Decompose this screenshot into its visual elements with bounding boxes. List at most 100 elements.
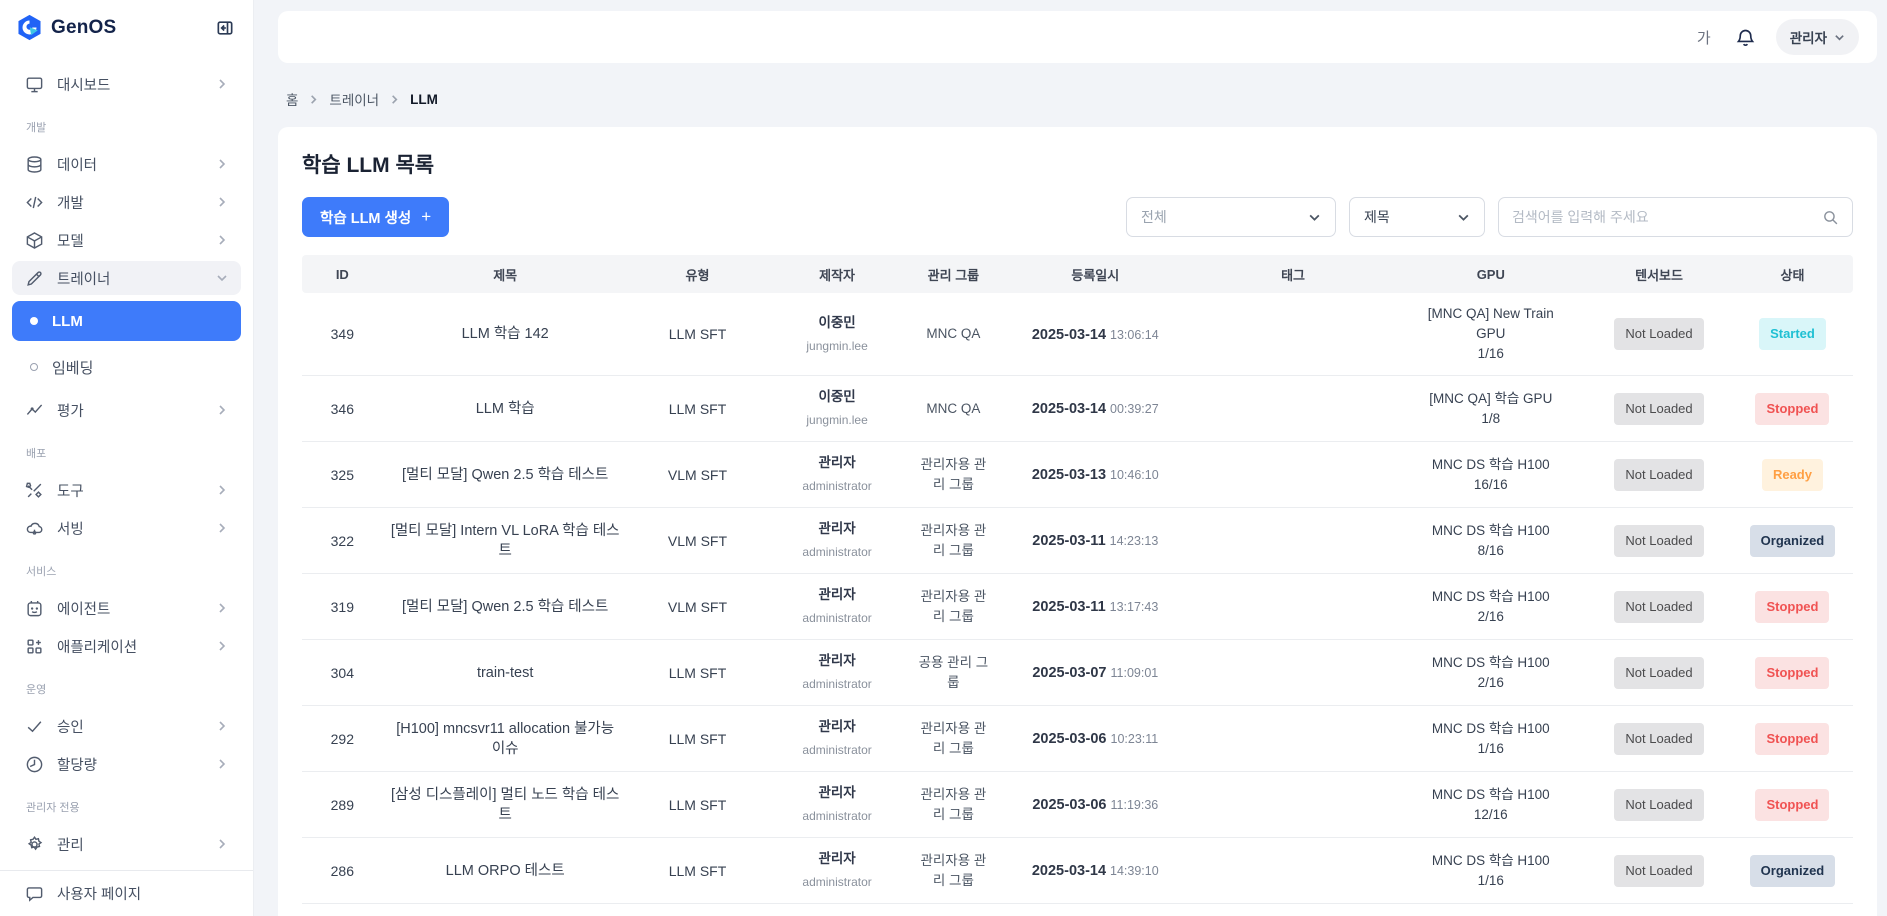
row-date: 2025-03-11 xyxy=(1032,599,1105,615)
row-title[interactable]: LLM 학습 xyxy=(383,376,628,442)
search-icon[interactable] xyxy=(1822,209,1839,226)
sidebar-item-develop[interactable]: 개발 xyxy=(12,185,241,219)
row-title[interactable]: [멀티 모달] Intern VL LoRA 학습 테스트 xyxy=(383,508,628,574)
row-tensorboard: Not Loaded xyxy=(1586,838,1732,904)
status-badge: Started xyxy=(1759,318,1826,350)
cloud-icon xyxy=(25,519,44,538)
row-title[interactable]: [H100] mncsvr11 allocation 불가능 이슈 xyxy=(383,706,628,772)
search-input[interactable] xyxy=(1512,209,1822,225)
check-icon xyxy=(25,717,44,736)
sidebar-label: 도구 xyxy=(57,480,216,501)
breadcrumb-home[interactable]: 홈 xyxy=(286,89,298,109)
sidebar-item-data[interactable]: 데이터 xyxy=(12,147,241,181)
table-row[interactable]: 346 LLM 학습 LLM SFT 이중민 jungmin.lee MNC Q… xyxy=(302,376,1853,442)
row-id: 304 xyxy=(302,640,383,706)
row-date: 2025-03-14 xyxy=(1032,327,1106,343)
tensorboard-badge: Not Loaded xyxy=(1614,723,1703,755)
row-title[interactable]: VLM 학습 2 xyxy=(383,904,628,916)
row-title[interactable]: train-test xyxy=(383,640,628,706)
row-group: 관리자용 관리 그룹 xyxy=(907,442,1000,508)
row-title[interactable]: LLM ORPO 테스트 xyxy=(383,838,628,904)
sidebar-item-serving[interactable]: 서빙 xyxy=(12,511,241,545)
table-row[interactable]: 319 [멀티 모달] Qwen 2.5 학습 테스트 VLM SFT 관리자 … xyxy=(302,574,1853,640)
user-menu-button[interactable]: 관리자 xyxy=(1776,19,1859,55)
sidebar-collapse-icon[interactable] xyxy=(215,18,235,38)
row-gpu: MNC DS 학습 H100 12/16 xyxy=(1395,772,1586,838)
sidebar-item-approval[interactable]: 승인 xyxy=(12,709,241,743)
filter-category-select[interactable]: 전체 xyxy=(1126,197,1336,237)
row-tag xyxy=(1191,904,1396,916)
row-tag xyxy=(1191,772,1396,838)
tensorboard-badge: Not Loaded xyxy=(1614,459,1703,491)
table-row[interactable]: 304 train-test LLM SFT 관리자 administrator… xyxy=(302,640,1853,706)
row-datetime: 2025-03-1114:23:13 xyxy=(1000,508,1191,574)
sidebar-item-model[interactable]: 모델 xyxy=(12,223,241,257)
breadcrumb-trainer[interactable]: 트레이너 xyxy=(329,89,379,109)
table-row[interactable]: 292 [H100] mncsvr11 allocation 불가능 이슈 LL… xyxy=(302,706,1853,772)
row-creator: 이중민 jungmin.lee xyxy=(767,904,907,916)
row-type: LLM SFT xyxy=(628,293,768,376)
row-creator-name: 관리자 xyxy=(775,849,899,869)
row-creator: 관리자 administrator xyxy=(767,640,907,706)
sidebar-nav: 대시보드 개발 데이터 개발 모델 트레이너 xyxy=(0,51,253,861)
tensorboard-badge: Not Loaded xyxy=(1614,657,1703,689)
create-llm-button[interactable]: 학습 LLM 생성 + xyxy=(302,197,449,237)
row-title[interactable]: [삼성 디스플레이] 멀티 노드 학습 테스트 xyxy=(383,772,628,838)
row-creator-username: administrator xyxy=(775,740,899,760)
row-time: 14:23:13 xyxy=(1110,534,1159,548)
sidebar-item-admin[interactable]: 관리 xyxy=(12,827,241,861)
row-type: LLM SFT xyxy=(628,640,768,706)
sidebar-item-user-page[interactable]: 사용자 페이지 xyxy=(0,870,253,916)
row-title[interactable]: [멀티 모달] Qwen 2.5 학습 테스트 xyxy=(383,442,628,508)
sidebar-subitem-llm[interactable]: LLM xyxy=(12,301,241,341)
sidebar-item-trainer[interactable]: 트레이너 xyxy=(12,261,241,295)
sidebar-item-quota[interactable]: 할당량 xyxy=(12,747,241,781)
row-id: 322 xyxy=(302,508,383,574)
table-row[interactable]: 286 LLM ORPO 테스트 LLM SFT 관리자 administrat… xyxy=(302,838,1853,904)
sidebar-item-dashboard[interactable]: 대시보드 xyxy=(12,67,241,101)
row-tensorboard: Not Loaded xyxy=(1586,376,1732,442)
row-time: 14:39:10 xyxy=(1110,864,1159,878)
table-row[interactable]: 283 VLM 학습 2 VLM SFT 이중민 jungmin.lee MNC… xyxy=(302,904,1853,916)
status-badge: Organized xyxy=(1750,525,1836,557)
app-grid-icon xyxy=(25,637,44,656)
row-gpu: [MNC QA] 학습 GPU 1/8 xyxy=(1395,376,1586,442)
font-size-toggle[interactable]: 가 xyxy=(1697,27,1711,48)
table-row[interactable]: 322 [멀티 모달] Intern VL LoRA 학습 테스트 VLM SF… xyxy=(302,508,1853,574)
chevron-right-icon xyxy=(216,78,228,90)
row-time: 11:19:36 xyxy=(1111,798,1159,812)
filter-field-select[interactable]: 제목 xyxy=(1349,197,1485,237)
row-creator-name: 이중민 xyxy=(775,313,899,333)
row-type: LLM SFT xyxy=(628,706,768,772)
sidebar-item-tools[interactable]: 도구 xyxy=(12,473,241,507)
row-creator: 관리자 administrator xyxy=(767,838,907,904)
row-tag xyxy=(1191,508,1396,574)
table-row[interactable]: 289 [삼성 디스플레이] 멀티 노드 학습 테스트 LLM SFT 관리자 … xyxy=(302,772,1853,838)
table-row[interactable]: 325 [멀티 모달] Qwen 2.5 학습 테스트 VLM SFT 관리자 … xyxy=(302,442,1853,508)
toolbar: 학습 LLM 생성 + 전체 제목 xyxy=(302,197,1853,237)
sidebar-item-application[interactable]: 애플리케이션 xyxy=(12,629,241,663)
row-group: MNC QA xyxy=(907,904,1000,916)
row-datetime: 2025-03-1400:39:27 xyxy=(1000,376,1191,442)
row-title[interactable]: [멀티 모달] Qwen 2.5 학습 테스트 xyxy=(383,574,628,640)
row-type: LLM SFT xyxy=(628,838,768,904)
row-time: 00:39:27 xyxy=(1110,402,1159,416)
sidebar-item-evaluation[interactable]: 평가 xyxy=(12,393,241,427)
sidebar-label: 승인 xyxy=(57,716,216,737)
user-name: 관리자 xyxy=(1790,27,1827,47)
create-llm-label: 학습 LLM 생성 xyxy=(320,207,411,228)
table-row[interactable]: 349 LLM 학습 142 LLM SFT 이중민 jungmin.lee M… xyxy=(302,293,1853,376)
row-creator-username: administrator xyxy=(775,608,899,628)
row-title[interactable]: LLM 학습 142 xyxy=(383,293,628,376)
notification-bell-icon[interactable] xyxy=(1735,27,1756,48)
row-group: 관리자용 관리 그룹 xyxy=(907,772,1000,838)
row-date: 2025-03-14 xyxy=(1032,863,1106,879)
row-creator: 이중민 jungmin.lee xyxy=(767,293,907,376)
sidebar-item-agent[interactable]: 에이전트 xyxy=(12,591,241,625)
sidebar-subitem-embedding[interactable]: 임베딩 xyxy=(12,347,241,387)
chevron-right-icon xyxy=(308,94,319,105)
sidebar-label: 모델 xyxy=(57,230,216,251)
row-gpu: [MNC QA] 학습 GPU A100 1/8 xyxy=(1395,904,1586,916)
tensorboard-badge: Not Loaded xyxy=(1614,789,1703,821)
row-id: 289 xyxy=(302,772,383,838)
